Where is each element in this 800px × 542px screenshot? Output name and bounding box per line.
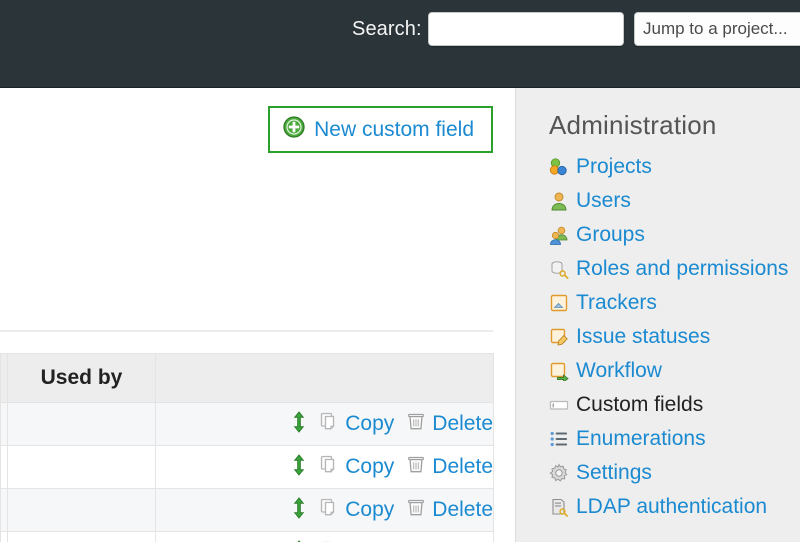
- custom-fields-table: Used by Copy Delete Copy Delete Copy Delete 1 …: [0, 353, 494, 542]
- sidebar-item-label[interactable]: Users: [576, 189, 631, 213]
- sidebar-item-label[interactable]: LDAP authentication: [576, 495, 767, 519]
- sidebar-item-ldap-authentication[interactable]: LDAP authentication: [549, 490, 800, 524]
- delete-label: Delete: [432, 498, 493, 522]
- sidebar-item-label[interactable]: Projects: [576, 155, 652, 179]
- table-header-row: Used by: [1, 354, 494, 403]
- copy-link[interactable]: Copy: [319, 497, 394, 523]
- table-row: Copy Delete: [1, 489, 494, 532]
- custom-fields-table-body: Copy Delete Copy Delete Copy Delete 1 projectC…: [1, 403, 494, 542]
- copy-icon: [319, 454, 339, 480]
- server-key-icon: [549, 497, 569, 517]
- gear-icon: [549, 463, 569, 483]
- sidebar-item-label[interactable]: Issue statuses: [576, 325, 710, 349]
- column-header-used-by: Used by: [8, 354, 156, 403]
- search-label: Search:: [352, 17, 422, 41]
- sidebar-item-groups[interactable]: Groups: [549, 218, 800, 252]
- tracker-icon: [549, 293, 569, 313]
- new-custom-field-label: New custom field: [314, 118, 474, 142]
- delete-label: Delete: [432, 455, 493, 479]
- jump-to-project-label: Jump to a project...: [643, 19, 788, 39]
- user-icon: [549, 191, 569, 211]
- new-custom-field-button[interactable]: New custom field: [268, 106, 493, 153]
- reorder-handle-icon[interactable]: [291, 497, 307, 524]
- delete-label: Delete: [432, 412, 493, 436]
- sidebar-item-enumerations[interactable]: Enumerations: [549, 422, 800, 456]
- delete-link[interactable]: Delete: [406, 411, 493, 437]
- table-row: Copy Delete: [1, 403, 494, 446]
- cell-used-by: 1 project: [8, 532, 156, 542]
- trash-icon: [406, 411, 426, 437]
- cell-truncated: [1, 489, 8, 532]
- copy-label: Copy: [345, 412, 394, 436]
- database-key-icon: [549, 259, 569, 279]
- copy-icon: [319, 497, 339, 523]
- cell-truncated: [1, 446, 8, 489]
- table-row: 1 projectCopyDelete: [1, 532, 494, 542]
- cell-used-by: [8, 446, 156, 489]
- main-content: New custom field Used by CopyDeleteCopyD…: [0, 88, 515, 542]
- copy-link[interactable]: Copy: [319, 454, 394, 480]
- projects-icon: [549, 157, 569, 177]
- sidebar-item-roles-and-permissions[interactable]: Roles and permissions: [549, 252, 800, 286]
- copy-label: Copy: [345, 498, 394, 522]
- copy-icon: [319, 411, 339, 437]
- cell-used-by: [8, 489, 156, 532]
- contextual-actions: New custom field: [268, 106, 493, 153]
- cell-used-by: [8, 403, 156, 446]
- column-header-actions: [156, 354, 494, 403]
- delete-link[interactable]: Delete: [406, 497, 493, 523]
- sidebar-item-users[interactable]: Users: [549, 184, 800, 218]
- custom-fields-table-wrapper: Used by Copy Delete Copy Delete Copy Delete 1 …: [0, 353, 493, 542]
- sidebar-item-custom-fields: Custom fields: [549, 388, 800, 422]
- cell-truncated: [1, 532, 8, 542]
- sidebar-item-label[interactable]: Trackers: [576, 291, 657, 315]
- cell-actions: CopyDelete: [156, 532, 494, 542]
- cell-actions: Copy Delete: [156, 446, 494, 489]
- sidebar-item-label[interactable]: Roles and permissions: [576, 257, 788, 281]
- reorder-handle-icon[interactable]: [291, 411, 307, 438]
- table-row: Copy Delete: [1, 446, 494, 489]
- list-icon: [549, 429, 569, 449]
- sidebar-item-workflow[interactable]: Workflow: [549, 354, 800, 388]
- cell-truncated: [1, 403, 8, 446]
- quick-search-form: Search:: [352, 12, 624, 46]
- search-input[interactable]: [428, 12, 624, 46]
- copy-label: Copy: [345, 455, 394, 479]
- sidebar-item-label: Custom fields: [576, 393, 703, 417]
- delete-link[interactable]: Delete: [406, 454, 493, 480]
- admin-menu: Projects Users Groups Roles and permissions…: [549, 150, 800, 524]
- page-root: Search: Jump to a project... New custom …: [0, 0, 800, 542]
- edit-note-icon: [549, 327, 569, 347]
- sidebar-title: Administration: [549, 110, 800, 141]
- sidebar-item-label[interactable]: Enumerations: [576, 427, 706, 451]
- reorder-handle-icon[interactable]: [291, 454, 307, 481]
- group-icon: [549, 225, 569, 245]
- cell-actions: Copy Delete: [156, 489, 494, 532]
- content-divider: [0, 330, 493, 332]
- trash-icon: [406, 497, 426, 523]
- admin-sidebar: Administration Projects Users Groups Roles …: [515, 88, 800, 542]
- sidebar-item-issue-statuses[interactable]: Issue statuses: [549, 320, 800, 354]
- top-navigation-bar: Search: Jump to a project...: [0, 0, 800, 88]
- sidebar-item-trackers[interactable]: Trackers: [549, 286, 800, 320]
- cell-actions: Copy Delete: [156, 403, 494, 446]
- copy-link[interactable]: Copy: [319, 411, 394, 437]
- trash-icon: [406, 454, 426, 480]
- column-header-truncated: [1, 354, 8, 403]
- sidebar-item-projects[interactable]: Projects: [549, 150, 800, 184]
- sidebar-item-settings[interactable]: Settings: [549, 456, 800, 490]
- sidebar-item-label[interactable]: Settings: [576, 461, 652, 485]
- textfield-icon: [549, 395, 569, 415]
- sidebar-item-label[interactable]: Workflow: [576, 359, 662, 383]
- add-circle-icon: [283, 116, 305, 143]
- sidebar-item-label[interactable]: Groups: [576, 223, 645, 247]
- workflow-icon: [549, 361, 569, 381]
- jump-to-project-select[interactable]: Jump to a project...: [634, 12, 800, 46]
